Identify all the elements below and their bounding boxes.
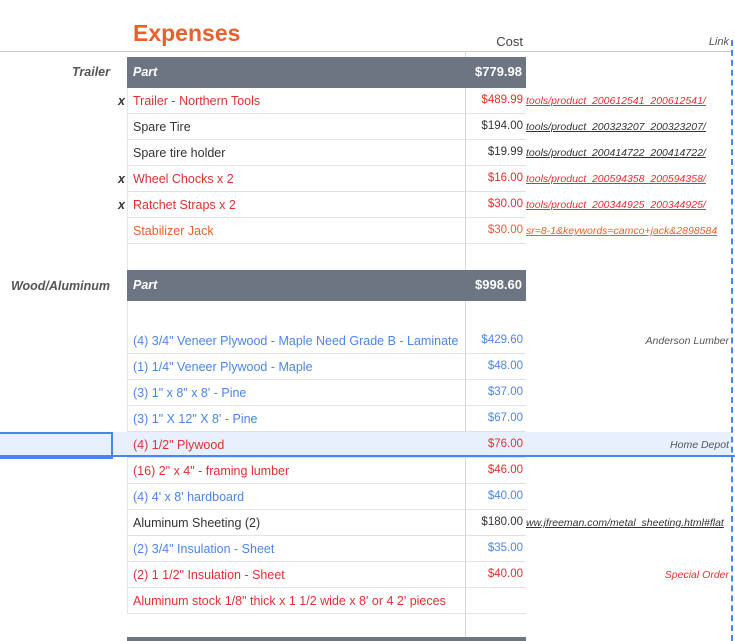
link-cell[interactable]: Home Depot — [526, 439, 729, 451]
page-break-line — [731, 40, 733, 641]
table-row[interactable]: x Trailer - Northern Tools $489.99/tools/p… — [0, 88, 731, 114]
table-row[interactable]: (2) 3/4" Insulation - Sheet $35.00 — [0, 536, 731, 562]
header-divider — [0, 51, 731, 52]
sheet-title[interactable]: Expenses — [133, 20, 240, 47]
link-column-header[interactable]: Link — [600, 36, 729, 48]
part-name-cell[interactable]: (4) 3/4" Veneer Plywood - Maple Need Gra… — [133, 334, 458, 348]
purchased-mark: x — [118, 94, 125, 108]
link-cell[interactable]: /tools/product_200344925_200344925 — [526, 199, 729, 211]
part-name-cell[interactable]: Aluminum Sheeting (2) — [133, 516, 260, 530]
purchased-mark: x — [118, 198, 125, 212]
section-header-wood-aluminum[interactable]: Part $998.60 — [127, 270, 526, 301]
part-name-cell[interactable]: (3) 1" X 12" X 8' - Pine — [133, 412, 258, 426]
part-name-cell[interactable]: (4) 4' x 8' hardboard — [133, 490, 244, 504]
cost-cell[interactable]: $35.00 — [466, 542, 523, 554]
section-label-trailer[interactable]: Trailer — [0, 65, 110, 79]
cost-cell[interactable]: $19.99 — [466, 146, 523, 158]
part-name-cell[interactable]: Stabilizer Jack — [133, 224, 214, 238]
cost-cell[interactable]: $40.00 — [466, 568, 523, 580]
table-row[interactable]: (4) 1/2" Plywood $76.00 Home Depot — [0, 432, 731, 458]
cost-cell[interactable]: $76.00 — [466, 438, 523, 450]
table-row[interactable]: (2) 1 1/2" Insulation - Sheet $40.00 Speci… — [0, 562, 731, 588]
link-cell[interactable]: /tools/product_200612541_200612541 — [526, 95, 729, 107]
section-total: $998.60 — [475, 277, 522, 292]
cost-cell[interactable]: $489.99 — [466, 94, 523, 106]
part-name-cell[interactable]: (4) 1/2" Plywood — [133, 438, 224, 452]
link-cell[interactable]: Anderson Lumber — [526, 335, 729, 347]
cost-cell[interactable]: $30.00 — [466, 224, 523, 236]
next-section-header — [127, 637, 526, 641]
section-total: $779.98 — [475, 64, 522, 79]
table-row[interactable]: (16) 2" x 4" - framing lumber $46.00 — [0, 458, 731, 484]
part-name-cell[interactable]: (2) 3/4" Insulation - Sheet — [133, 542, 274, 556]
link-cell[interactable]: /tools/product_200414722_200414722 — [526, 147, 729, 159]
table-row[interactable]: (4) 3/4" Veneer Plywood - Maple Need Gra… — [0, 328, 731, 354]
purchased-mark: x — [118, 172, 125, 186]
link-cell[interactable]: /tools/product_200323207_200323207 — [526, 121, 729, 133]
link-cell[interactable]: ww.jfreeman.com/metal_sheeting.html#flat — [526, 517, 729, 529]
table-row[interactable]: Spare Tire $194.00/tools/product_20032320… — [0, 114, 731, 140]
section-header-trailer[interactable]: Part $779.98 — [127, 57, 526, 88]
table-row[interactable]: Spare tire holder $19.99/tools/product_20… — [0, 140, 731, 166]
section-label-wood-aluminum[interactable]: Wood/Aluminum — [0, 279, 110, 293]
part-name-cell[interactable]: Ratchet Straps x 2 — [133, 198, 236, 212]
cost-cell[interactable]: $16.00 — [466, 172, 523, 184]
table-row[interactable]: (3) 1" X 12" X 8' - Pine $67.00 — [0, 406, 731, 432]
cost-cell[interactable]: $30.00 — [466, 198, 523, 210]
table-row[interactable]: x Wheel Chocks x 2 $16.00/tools/product_20… — [0, 166, 731, 192]
part-name-cell[interactable]: Wheel Chocks x 2 — [133, 172, 234, 186]
part-name-cell[interactable]: (16) 2" x 4" - framing lumber — [133, 464, 289, 478]
cost-cell[interactable]: $48.00 — [466, 360, 523, 372]
part-header: Part — [133, 65, 158, 79]
table-row[interactable]: Stabilizer Jack $30.00 2898584&sr=8-1&keyw… — [0, 218, 731, 244]
table-row[interactable]: Aluminum Sheeting (2) $180.00 ww.jfreeman.… — [0, 510, 731, 536]
part-name-cell[interactable]: Spare Tire — [133, 120, 191, 134]
cost-cell[interactable]: $194.00 — [466, 120, 523, 132]
part-name-cell[interactable]: Aluminum stock 1/8" thick x 1 1/2 wide x… — [133, 594, 446, 608]
part-name-cell[interactable]: Trailer - Northern Tools — [133, 94, 260, 108]
link-cell[interactable]: 2898584&sr=8-1&keywords=camco+jack — [526, 225, 729, 237]
cost-cell[interactable]: $46.00 — [466, 464, 523, 476]
cost-cell[interactable]: $429.60 — [466, 334, 523, 346]
part-name-cell[interactable]: Spare tire holder — [133, 146, 225, 160]
table-row[interactable]: (4) 4' x 8' hardboard $40.00 — [0, 484, 731, 510]
link-cell[interactable]: Special Order — [526, 569, 729, 581]
table-row[interactable]: Aluminum stock 1/8" thick x 1 1/2 wide x… — [0, 588, 731, 614]
cost-column-header[interactable]: Cost — [466, 34, 523, 49]
part-header: Part — [133, 278, 158, 292]
cost-cell[interactable]: $67.00 — [466, 412, 523, 424]
row-divider — [127, 243, 526, 244]
cost-cell[interactable]: $37.00 — [466, 386, 523, 398]
cost-cell[interactable]: $180.00 — [466, 516, 523, 528]
part-name-cell[interactable]: (2) 1 1/2" Insulation - Sheet — [133, 568, 285, 582]
link-cell[interactable]: /tools/product_200594358_200594358 — [526, 173, 729, 185]
cost-cell[interactable]: $40.00 — [466, 490, 523, 502]
table-row[interactable]: x Ratchet Straps x 2 $30.00/tools/product_… — [0, 192, 731, 218]
table-row[interactable]: (3) 1" x 8" x 8' - Pine $37.00 — [0, 380, 731, 406]
table-row[interactable]: (1) 1/4" Veneer Plywood - Maple $48.00 — [0, 354, 731, 380]
part-name-cell[interactable]: (3) 1" x 8" x 8' - Pine — [133, 386, 246, 400]
row-divider — [127, 613, 526, 614]
part-name-cell[interactable]: (1) 1/4" Veneer Plywood - Maple — [133, 360, 313, 374]
